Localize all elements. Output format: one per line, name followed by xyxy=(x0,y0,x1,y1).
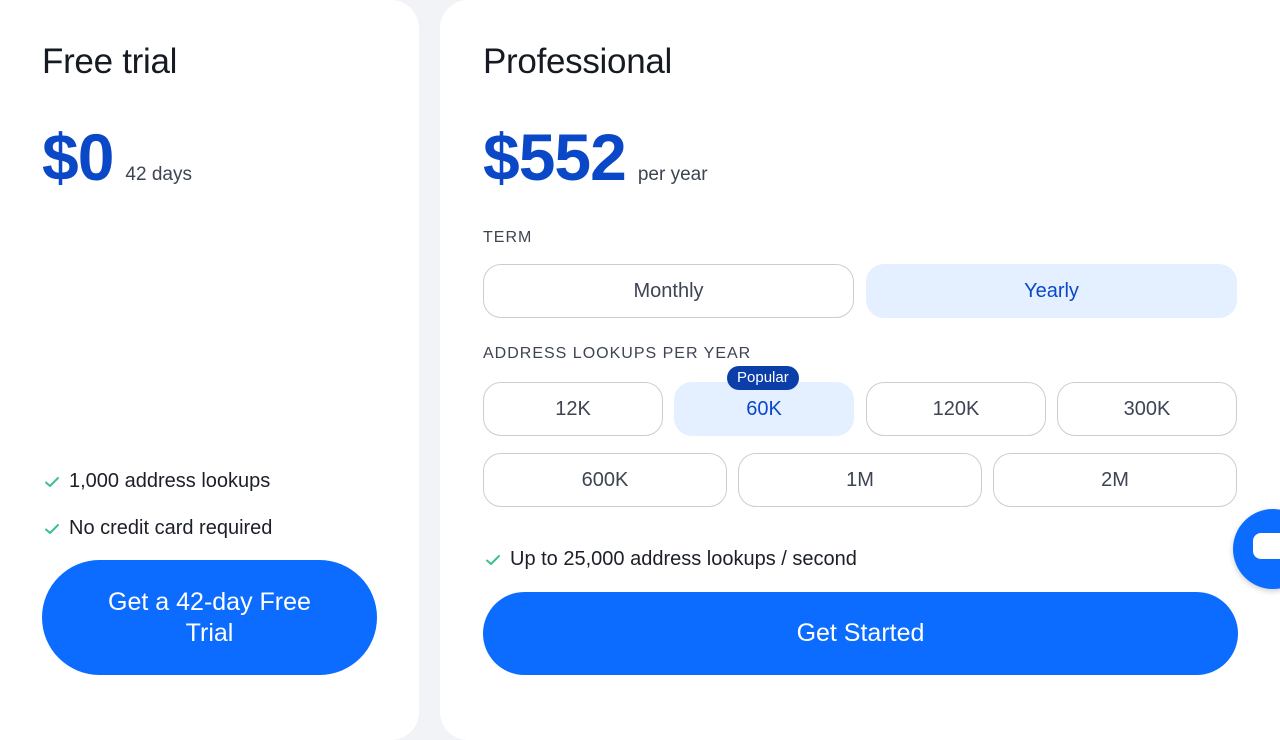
get-started-button[interactable]: Get Started xyxy=(483,592,1238,675)
pro-feature-text: Up to 25,000 address lookups / second xyxy=(510,548,857,570)
lookup-option-1m[interactable]: 1M xyxy=(738,453,982,507)
pro-feature: Up to 25,000 address lookups / second xyxy=(485,548,857,571)
free-trial-button[interactable]: Get a 42-day Free Trial xyxy=(42,560,377,675)
lookup-option-60k[interactable]: 60K xyxy=(674,382,854,436)
free-price: $0 xyxy=(42,120,114,194)
check-icon xyxy=(486,554,500,565)
free-price-row: $0 42 days xyxy=(42,124,192,190)
lookup-option-600k[interactable]: 600K xyxy=(483,453,727,507)
free-price-note: 42 days xyxy=(125,164,192,185)
free-trial-card: Free trial $0 42 days 1,000 address look… xyxy=(0,0,419,740)
pro-plan-title: Professional xyxy=(483,42,673,81)
check-icon xyxy=(45,523,59,534)
lookup-option-120k[interactable]: 120K xyxy=(866,382,1046,436)
lookups-label: ADDRESS LOOKUPS PER YEAR xyxy=(483,345,752,362)
free-feature-text: No credit card required xyxy=(69,517,273,539)
lookup-option-2m[interactable]: 2M xyxy=(993,453,1237,507)
term-option-monthly[interactable]: Monthly xyxy=(483,264,854,318)
pro-price-note: per year xyxy=(637,164,708,185)
free-plan-title: Free trial xyxy=(42,42,178,81)
professional-card: Professional $552 per year TERM Monthly … xyxy=(440,0,1280,740)
popular-badge: Popular xyxy=(727,366,799,390)
check-icon xyxy=(45,476,59,487)
free-feature-text: 1,000 address lookups xyxy=(69,470,271,492)
lookup-option-300k[interactable]: 300K xyxy=(1057,382,1237,436)
term-label: TERM xyxy=(483,229,533,246)
term-option-yearly[interactable]: Yearly xyxy=(866,264,1237,318)
pro-price: $552 xyxy=(483,120,627,194)
lookup-option-12k[interactable]: 12K xyxy=(483,382,663,436)
free-feature-1: 1,000 address lookups xyxy=(44,470,270,493)
free-feature-2: No credit card required xyxy=(44,517,272,540)
pro-price-row: $552 per year xyxy=(483,124,708,190)
chat-icon xyxy=(1253,533,1280,559)
